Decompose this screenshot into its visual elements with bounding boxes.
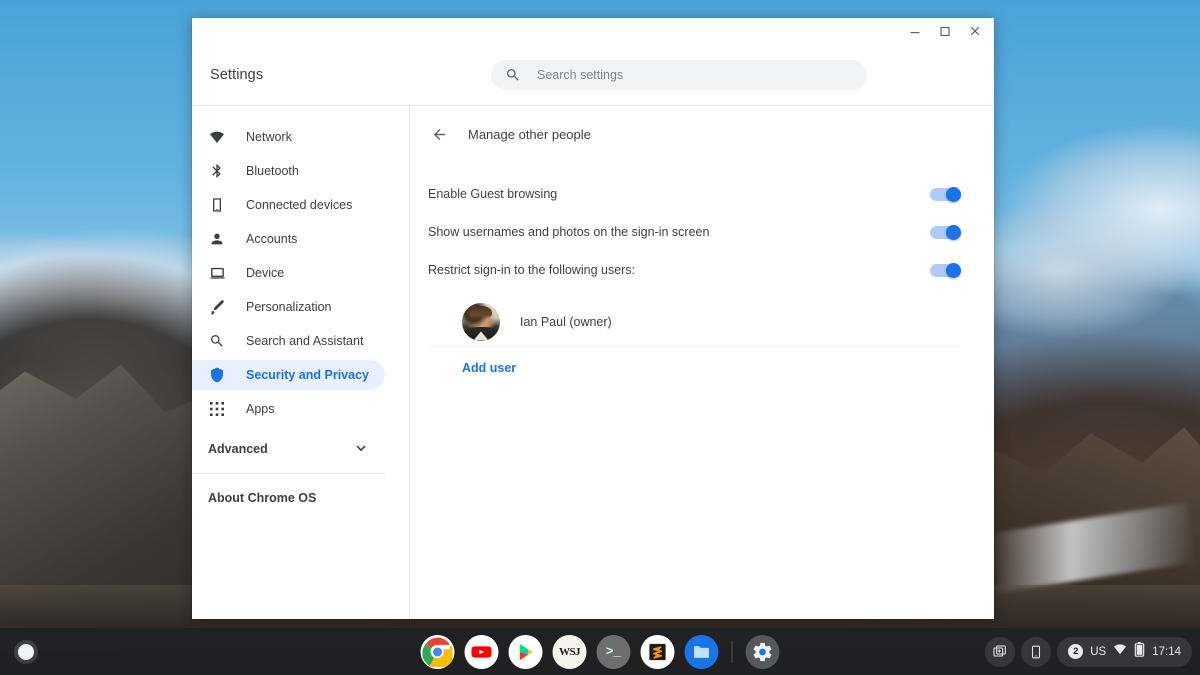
status-tray: 2 US 17:14 [985, 636, 1192, 667]
wifi-icon [208, 128, 226, 146]
sidebar-item-search-and-assistant[interactable]: Search and Assistant [192, 326, 385, 356]
gear-icon [753, 642, 772, 661]
wifi-icon [1113, 642, 1127, 661]
sidebar-item-label: Accounts [246, 232, 298, 246]
terminal-icon: >_ [605, 644, 622, 659]
subpage-header: Manage other people [410, 110, 994, 158]
shelf-app-files[interactable] [684, 634, 719, 669]
setting-label: Show usernames and photos on the sign-in… [428, 225, 710, 239]
sidebar-item-device[interactable]: Device [192, 258, 385, 288]
chevron-down-icon [355, 442, 367, 457]
launcher-icon [18, 643, 34, 660]
shelf-app-play-store[interactable] [508, 634, 543, 669]
notification-count-badge: 2 [1068, 644, 1084, 659]
battery-icon [1134, 641, 1145, 662]
sidebar-divider [192, 473, 385, 474]
play-store-icon [511, 637, 540, 666]
toggle-knob [946, 186, 961, 202]
search-box[interactable] [491, 59, 867, 90]
search-icon [208, 332, 226, 350]
allowed-users-list: Ian Paul (owner) Add user [410, 297, 994, 389]
sidebar-navigation: Network Bluetooth Connected devices Acco… [192, 106, 410, 619]
shield-icon [208, 366, 226, 384]
close-button[interactable] [960, 18, 990, 44]
toggle-guest-browsing[interactable] [930, 186, 961, 202]
grid-apps-icon [208, 400, 226, 418]
keyboard-layout-label: US [1090, 645, 1107, 658]
brush-icon [208, 298, 226, 316]
youtube-icon [467, 637, 496, 666]
chrome-icon [422, 637, 453, 667]
page-title: Manage other people [468, 126, 591, 142]
setting-label: Enable Guest browsing [428, 187, 558, 201]
setting-row-guest-browsing[interactable]: Enable Guest browsing [410, 175, 994, 213]
sidebar-item-label: Personalization [246, 300, 332, 314]
list-item[interactable]: Ian Paul (owner) [428, 297, 960, 347]
sidebar-advanced-toggle[interactable]: Advanced [192, 434, 385, 464]
sidebar-item-network[interactable]: Network [192, 122, 385, 152]
sidebar-item-label: Bluetooth [246, 164, 299, 178]
shelf-app-youtube[interactable] [464, 634, 499, 669]
screen-capture-icon[interactable] [985, 636, 1016, 667]
sidebar-item-label: Device [246, 266, 285, 280]
add-user-row: Add user [428, 347, 960, 389]
search-input[interactable] [537, 67, 853, 82]
sidebar-item-apps[interactable]: Apps [192, 394, 385, 424]
maximize-button[interactable] [930, 18, 960, 44]
search-icon [507, 68, 519, 81]
sidebar-item-personalization[interactable]: Personalization [192, 292, 385, 322]
sidebar-item-accounts[interactable]: Accounts [192, 224, 385, 254]
sidebar-advanced-label: Advanced [208, 442, 268, 456]
launcher-button[interactable] [8, 634, 44, 670]
shelf-app-list: WSJ >_ [420, 634, 780, 669]
person-icon [208, 230, 226, 248]
add-user-button[interactable]: Add user [462, 361, 516, 375]
shelf: WSJ >_ 2 US 17:14 [0, 628, 1200, 675]
setting-row-restrict-signin[interactable]: Restrict sign-in to the following users: [410, 251, 994, 289]
sidebar-item-about-chrome-os[interactable]: About Chrome OS [192, 483, 385, 513]
avatar [462, 302, 500, 341]
shelf-app-terminal[interactable]: >_ [596, 634, 631, 669]
phone-hub-icon[interactable] [1021, 636, 1052, 667]
sidebar-item-label: Network [246, 130, 292, 144]
shelf-app-chrome[interactable] [420, 634, 455, 669]
sidebar-item-security-and-privacy[interactable]: Security and Privacy [192, 360, 385, 390]
sidebar-about-label: About Chrome OS [208, 491, 317, 505]
shelf-separator [731, 640, 733, 663]
sublime-text-icon [643, 637, 672, 666]
sidebar-item-label: Connected devices [246, 198, 353, 212]
sidebar-item-bluetooth[interactable]: Bluetooth [192, 156, 385, 186]
clock-label: 17:14 [1152, 645, 1181, 658]
sidebar-item-connected-devices[interactable]: Connected devices [192, 190, 385, 220]
bluetooth-icon [208, 162, 226, 180]
sidebar-item-label: Apps [246, 402, 275, 416]
chromeos-desktop: Settings Network [0, 0, 1200, 675]
settings-header: Settings [192, 44, 994, 106]
shelf-app-wsj[interactable]: WSJ [552, 634, 587, 669]
user-name: Ian Paul (owner) [520, 314, 612, 329]
setting-row-show-usernames[interactable]: Show usernames and photos on the sign-in… [410, 213, 994, 251]
minimize-button[interactable] [900, 18, 930, 44]
laptop-icon [208, 264, 226, 282]
app-title: Settings [210, 66, 264, 83]
toggle-knob [946, 224, 961, 240]
settings-body: Network Bluetooth Connected devices Acco… [192, 106, 994, 619]
window-title-bar [192, 18, 994, 44]
shelf-app-settings[interactable] [745, 634, 780, 669]
back-arrow-icon[interactable] [424, 119, 454, 149]
phone-icon [208, 196, 226, 214]
shelf-app-sublime-text[interactable] [640, 634, 675, 669]
system-tray-status[interactable]: 2 US 17:14 [1057, 636, 1192, 667]
toggle-knob [946, 262, 961, 278]
settings-window: Settings Network [192, 18, 994, 619]
toggle-restrict-signin[interactable] [930, 262, 961, 278]
sidebar-item-label: Security and Privacy [246, 368, 369, 382]
files-icon [694, 645, 709, 658]
wsj-icon: WSJ [558, 645, 581, 658]
sidebar-item-label: Search and Assistant [246, 334, 364, 348]
setting-label: Restrict sign-in to the following users: [428, 263, 636, 277]
toggle-show-usernames[interactable] [930, 224, 961, 240]
settings-content: Manage other people Enable Guest browsin… [410, 106, 994, 619]
